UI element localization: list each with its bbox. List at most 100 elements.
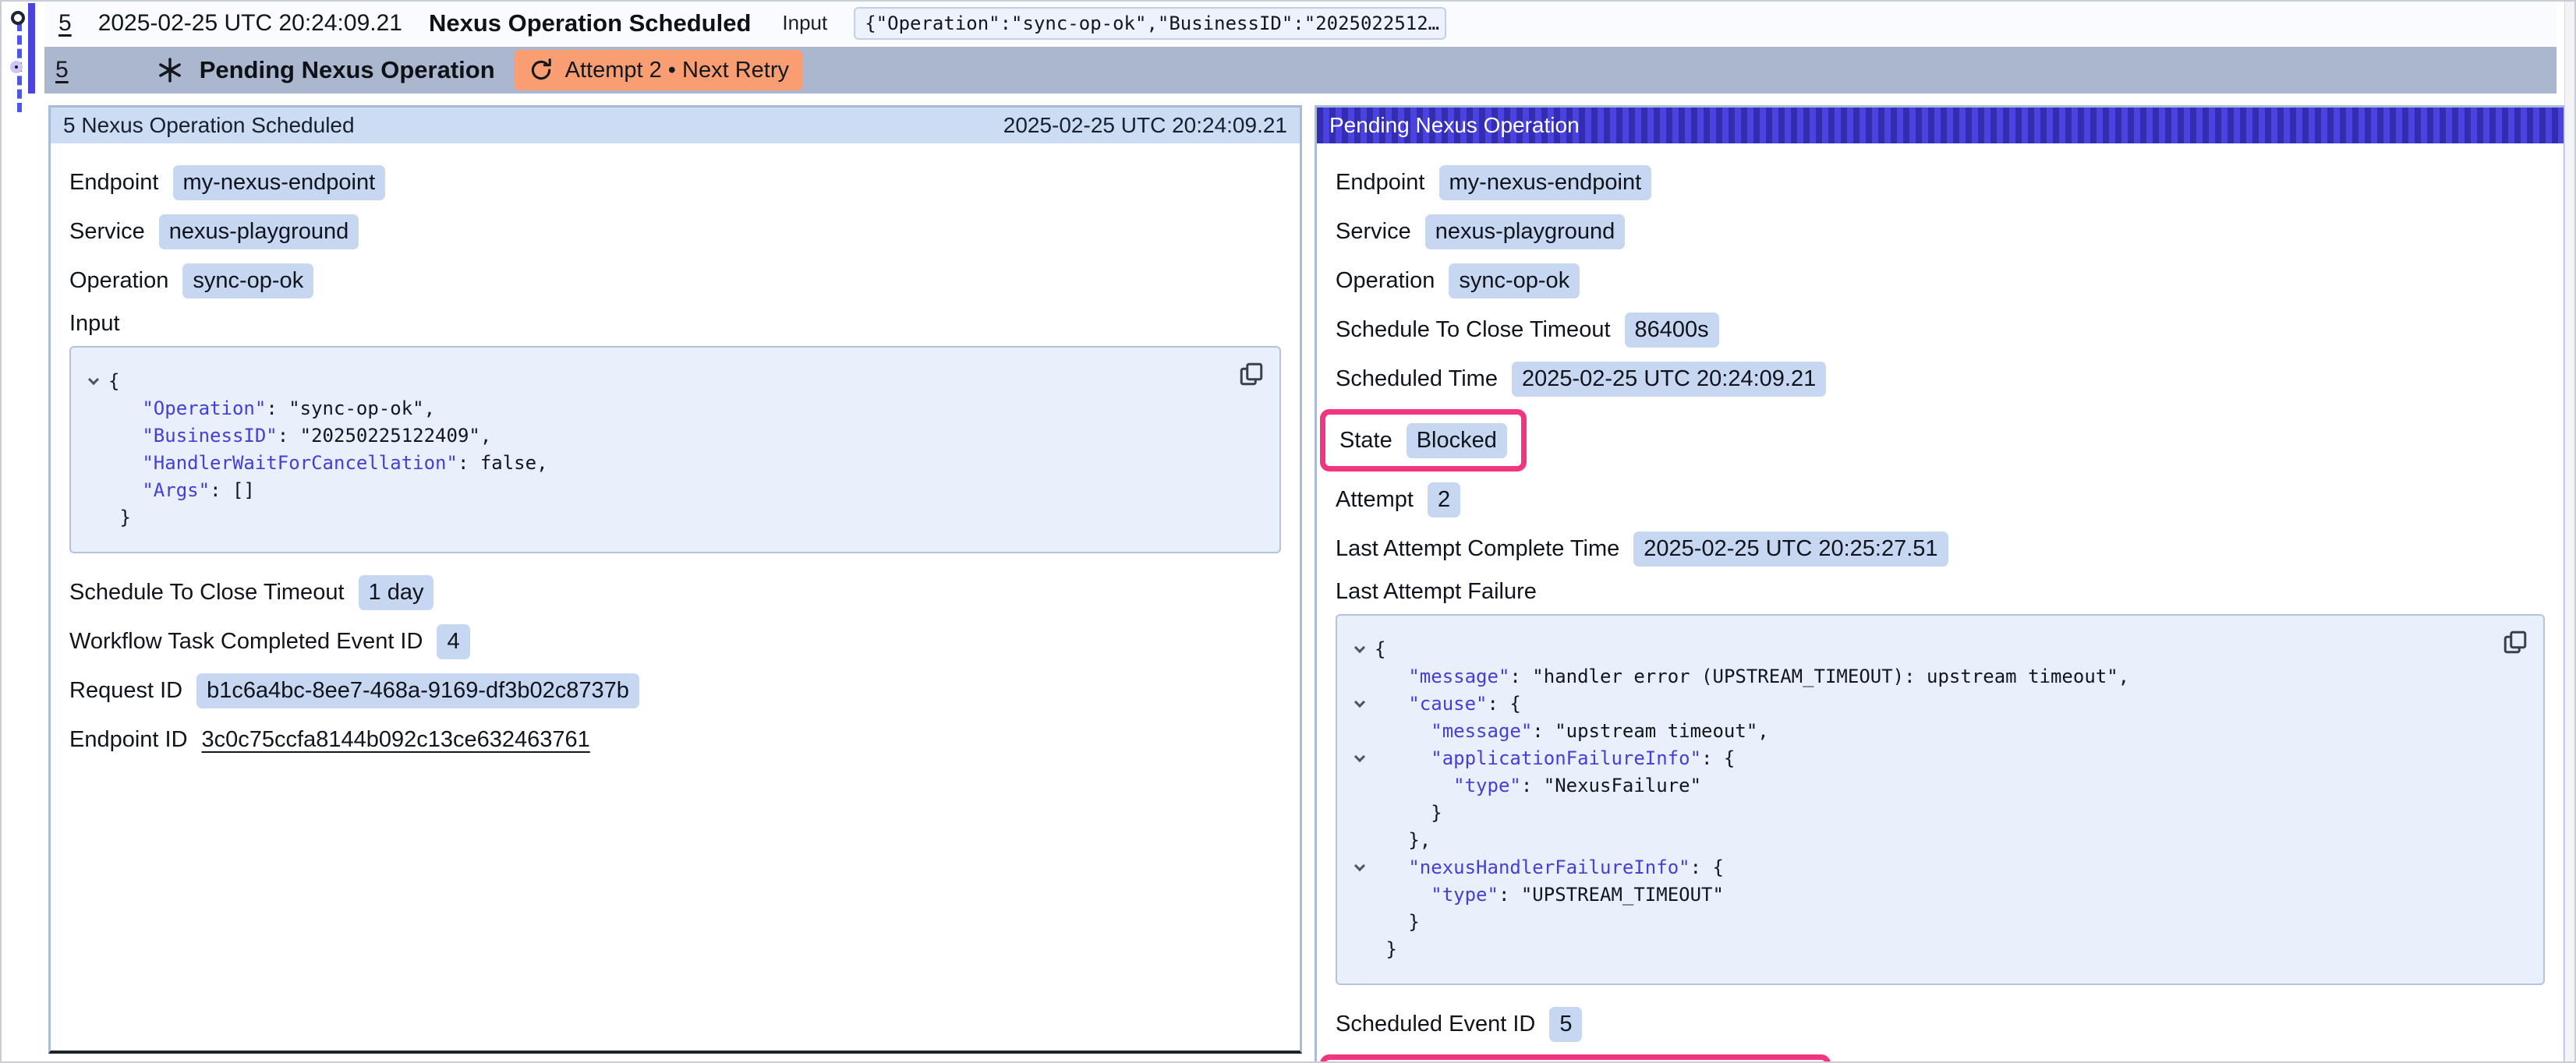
field-state: State Blocked bbox=[1339, 422, 1507, 459]
code-text: "applicationFailureInfo": { bbox=[1375, 745, 1735, 772]
failure-code-lines: { "message": "handler error (UPSTREAM_TI… bbox=[1345, 636, 2528, 963]
code-gutter bbox=[79, 422, 108, 450]
collapse-chevron-icon[interactable] bbox=[79, 368, 108, 395]
code-text: "message": "upstream timeout", bbox=[1375, 718, 1769, 745]
field-service: Service nexus-playground bbox=[69, 213, 1281, 250]
field-label: Service bbox=[69, 219, 145, 245]
failure-code-block: { "message": "handler error (UPSTREAM_TI… bbox=[1336, 614, 2545, 985]
scheduled-panel-title: 5 Nexus Operation Scheduled bbox=[63, 113, 355, 138]
event-row-pending[interactable]: 5 Pending Nexus Operation Attempt 2 • Ne… bbox=[44, 47, 2557, 94]
field-value-badge: nexus-playground bbox=[159, 214, 359, 249]
field-scheduled-event-id: Scheduled Event ID 5 bbox=[1336, 1005, 2545, 1043]
field-endpoint-id: Endpoint ID 3c0c75ccfa8144b092c13ce63246… bbox=[69, 721, 1281, 758]
code-gutter bbox=[1345, 909, 1375, 936]
field-label: Scheduled Event ID bbox=[1336, 1012, 1535, 1037]
asterisk-icon bbox=[157, 58, 182, 83]
code-text: "Operation": "sync-op-ok", bbox=[108, 395, 435, 422]
code-line: "Args": [] bbox=[79, 477, 1264, 504]
code-text: "nexusHandlerFailureInfo": { bbox=[1375, 854, 1724, 881]
collapse-chevron-icon[interactable] bbox=[1345, 854, 1375, 881]
field-value-badge: b1c6a4bc-8ee7-468a-9169-df3b02c8737b bbox=[196, 673, 639, 708]
code-text: }, bbox=[1375, 827, 1431, 854]
scheduled-panel-body: Endpoint my-nexus-endpoint Service nexus… bbox=[51, 143, 1300, 790]
field-workflow-task-completed-event-id: Workflow Task Completed Event ID 4 bbox=[69, 623, 1281, 660]
scheduled-panel-header: 5 Nexus Operation Scheduled 2025-02-25 U… bbox=[51, 108, 1300, 143]
event-input-label: Input bbox=[782, 11, 827, 35]
field-label: Operation bbox=[69, 268, 168, 294]
field-label: Request ID bbox=[69, 678, 182, 704]
event-title: Nexus Operation Scheduled bbox=[429, 9, 751, 37]
code-line: "message": "upstream timeout", bbox=[1345, 718, 2528, 745]
pending-event-id-link[interactable]: 5 bbox=[55, 57, 69, 83]
collapse-chevron-icon[interactable] bbox=[1345, 636, 1375, 663]
copy-icon bbox=[1237, 360, 1265, 388]
field-value-badge: 5 bbox=[1549, 1007, 1582, 1042]
field-last-attempt-complete-time: Last Attempt Complete Time 2025-02-25 UT… bbox=[1336, 530, 2545, 567]
code-text: "cause": { bbox=[1375, 690, 1521, 718]
copy-button[interactable] bbox=[1237, 360, 1265, 388]
endpoint-id-link[interactable]: 3c0c75ccfa8144b092c13ce632463761 bbox=[202, 727, 590, 753]
field-scheduled-time: Scheduled Time 2025-02-25 UTC 20:24:09.2… bbox=[1336, 360, 2545, 397]
attempt-retry-badge: Attempt 2 • Next Retry bbox=[514, 50, 803, 90]
field-label: Schedule To Close Timeout bbox=[69, 580, 345, 606]
code-gutter bbox=[1345, 772, 1375, 800]
code-line: "applicationFailureInfo": { bbox=[1345, 745, 2528, 772]
code-gutter bbox=[79, 395, 108, 422]
field-label: State bbox=[1339, 428, 1392, 454]
code-gutter bbox=[79, 450, 108, 477]
timeline-selected-bar bbox=[28, 3, 35, 94]
last-attempt-failure-label: Last Attempt Failure bbox=[1336, 579, 2545, 605]
scheduled-panel-timestamp: 2025-02-25 UTC 20:24:09.21 bbox=[1003, 113, 1287, 138]
event-row-scheduled[interactable]: 5 2025-02-25 UTC 20:24:09.21 Nexus Opera… bbox=[44, 2, 2557, 44]
field-label: Operation bbox=[1336, 268, 1435, 294]
code-text: } bbox=[1375, 936, 1397, 963]
pending-operation-panel: Pending Nexus Operation Endpoint my-nexu… bbox=[1315, 105, 2566, 1063]
code-line: } bbox=[1345, 909, 2528, 936]
field-value-badge: my-nexus-endpoint bbox=[1439, 165, 1652, 200]
pending-panel-body: Endpoint my-nexus-endpoint Service nexus… bbox=[1317, 143, 2564, 1063]
field-schedule-to-close-timeout: Schedule To Close Timeout 1 day bbox=[69, 574, 1281, 611]
code-text: } bbox=[1375, 800, 1442, 827]
code-text: "type": "NexusFailure" bbox=[1375, 772, 1701, 800]
attempt-retry-label: Attempt 2 • Next Retry bbox=[565, 58, 789, 83]
code-text: "Args": [] bbox=[108, 477, 255, 504]
field-value-badge: 4 bbox=[437, 624, 469, 659]
code-line: } bbox=[1345, 936, 2528, 963]
copy-button[interactable] bbox=[2501, 628, 2529, 656]
field-value-badge: 2025-02-25 UTC 20:24:09.21 bbox=[1512, 362, 1826, 397]
code-line: } bbox=[1345, 800, 2528, 827]
code-line: { bbox=[79, 368, 1264, 395]
event-input-preview[interactable]: {"Operation":"sync-op-ok","BusinessID":"… bbox=[854, 7, 1446, 40]
timeline-open-circle-icon bbox=[11, 11, 25, 25]
code-gutter bbox=[1345, 881, 1375, 909]
code-text: { bbox=[108, 368, 119, 395]
field-label: Endpoint bbox=[69, 170, 159, 196]
code-gutter bbox=[1345, 827, 1375, 854]
code-text: "type": "UPSTREAM_TIMEOUT" bbox=[1375, 881, 1724, 909]
state-highlight-box: State Blocked bbox=[1320, 409, 1527, 471]
field-request-id: Request ID b1c6a4bc-8ee7-468a-9169-df3b0… bbox=[69, 672, 1281, 709]
timeline-filled-circle-icon bbox=[10, 61, 23, 73]
event-id-link[interactable]: 5 bbox=[58, 10, 72, 37]
code-line: { bbox=[1345, 636, 2528, 663]
page-scroll-gutter[interactable] bbox=[2564, 2, 2574, 1061]
code-gutter bbox=[79, 477, 108, 504]
code-text: } bbox=[108, 504, 131, 532]
collapse-chevron-icon[interactable] bbox=[1345, 745, 1375, 772]
collapse-chevron-icon[interactable] bbox=[1345, 690, 1375, 718]
field-endpoint: Endpoint my-nexus-endpoint bbox=[1336, 164, 2545, 201]
code-line: "cause": { bbox=[1345, 690, 2528, 718]
field-operation: Operation sync-op-ok bbox=[1336, 262, 2545, 299]
state-badge: Blocked bbox=[1407, 423, 1507, 458]
copy-icon bbox=[2501, 628, 2529, 656]
code-text: "BusinessID": "20250225122409", bbox=[108, 422, 491, 450]
field-operation: Operation sync-op-ok bbox=[69, 262, 1281, 299]
code-line: "message": "handler error (UPSTREAM_TIME… bbox=[1345, 663, 2528, 690]
code-line: "type": "NexusFailure" bbox=[1345, 772, 2528, 800]
field-value-badge: 1 day bbox=[359, 575, 434, 610]
field-service: Service nexus-playground bbox=[1336, 213, 2545, 250]
field-attempt: Attempt 2 bbox=[1336, 481, 2545, 518]
code-gutter bbox=[1345, 800, 1375, 827]
field-label: Scheduled Time bbox=[1336, 366, 1498, 392]
scheduled-event-panel: 5 Nexus Operation Scheduled 2025-02-25 U… bbox=[48, 105, 1302, 1054]
